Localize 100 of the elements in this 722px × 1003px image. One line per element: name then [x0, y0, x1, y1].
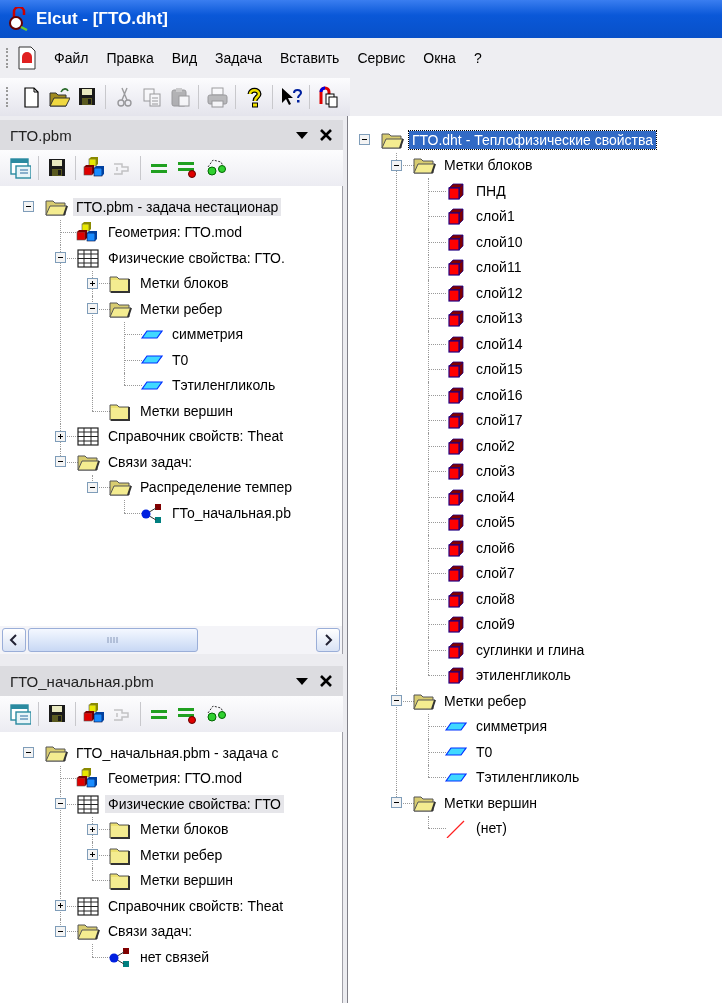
- menu-item[interactable]: Задача: [206, 46, 272, 70]
- tree-item[interactable]: Тэтиленгликоль: [473, 768, 583, 787]
- windows-icon: [317, 86, 339, 108]
- tree-toggle[interactable]: [86, 823, 98, 835]
- tree-item[interactable]: слой4: [473, 487, 518, 506]
- folder-icon: [108, 870, 132, 891]
- menu-item[interactable]: Правка: [97, 46, 163, 70]
- save-icon: [46, 157, 68, 179]
- window-title: Elcut - [ГТО.dht]: [36, 9, 168, 29]
- tree-toggle[interactable]: [390, 695, 402, 707]
- tree-toggle[interactable]: [390, 159, 402, 171]
- tree-toggle[interactable]: [390, 797, 402, 809]
- menu-item[interactable]: Вставить: [271, 46, 349, 70]
- tree-item[interactable]: этиленгликоль: [473, 666, 574, 685]
- tree-item[interactable]: слой11: [473, 258, 525, 277]
- tree-item[interactable]: суглинки и глина: [473, 640, 588, 659]
- menu-item[interactable]: Окна: [414, 46, 465, 70]
- cubes-icon: [76, 768, 100, 789]
- tree-item[interactable]: симметрия: [169, 325, 246, 344]
- tree-item[interactable]: Справочник свойств: Theat: [105, 427, 287, 446]
- menu-item[interactable]: Сервис: [348, 46, 415, 70]
- pane-title: ГТО_начальная.pbm: [10, 672, 155, 690]
- tree-item[interactable]: ГТО_начальная.pbm - задача с: [73, 743, 282, 762]
- tree-item[interactable]: Метки блоков: [137, 820, 232, 839]
- tree-item[interactable]: Связи задач:: [105, 922, 196, 941]
- tree-item[interactable]: T0: [473, 742, 496, 761]
- scrollbar-thumb[interactable]: [28, 628, 198, 652]
- scroll-right-button[interactable]: [316, 628, 340, 652]
- tree-item[interactable]: слой8: [473, 589, 518, 608]
- tree-toggle[interactable]: [54, 925, 66, 937]
- tree-item[interactable]: Метки вершин: [137, 401, 237, 420]
- tree-item[interactable]: Метки вершин: [441, 793, 541, 812]
- tree-item[interactable]: Распределение темпер: [137, 478, 295, 497]
- tree-item[interactable]: Метки ребер: [137, 299, 226, 318]
- table-icon: [76, 895, 100, 916]
- folder-icon: [108, 273, 132, 294]
- tree-item[interactable]: ПНД: [473, 181, 509, 200]
- tree-item[interactable]: T0: [169, 350, 192, 369]
- caret-icon: [296, 677, 308, 685]
- tree-toggle[interactable]: [54, 430, 66, 442]
- tree-toggle[interactable]: [86, 849, 98, 861]
- tree-item[interactable]: Геометрия: ГТО.mod: [105, 223, 246, 242]
- tree-item[interactable]: Физические свойства: ГТО: [105, 794, 284, 813]
- tree-item[interactable]: слой13: [473, 309, 526, 328]
- tree-item[interactable]: слой17: [473, 411, 526, 430]
- tree-toggle[interactable]: [54, 900, 66, 912]
- menu-item[interactable]: Вид: [162, 46, 207, 70]
- tree-item[interactable]: Метки ребер: [137, 845, 226, 864]
- folder-icon: [108, 819, 132, 840]
- tree-item[interactable]: слой3: [473, 462, 518, 481]
- tree-toggle[interactable]: [54, 456, 66, 468]
- tree-toggle[interactable]: [86, 481, 98, 493]
- tree-item[interactable]: слой1: [473, 207, 518, 226]
- linked-nodes-icon: [204, 157, 226, 179]
- window-list-icon: [9, 703, 31, 725]
- tree-toggle[interactable]: [22, 747, 34, 759]
- parallelogram-icon: [445, 772, 467, 782]
- horizontal-scrollbar[interactable]: [0, 626, 343, 654]
- tree-item[interactable]: слой9: [473, 615, 518, 634]
- tree-item[interactable]: Метки ребер: [441, 691, 530, 710]
- tree-item[interactable]: Метки вершин: [137, 871, 237, 890]
- table-icon: [76, 426, 100, 447]
- table-icon: [76, 247, 100, 268]
- tree-item[interactable]: ГТО.pbm - задача нестационар: [73, 197, 282, 216]
- tree-item[interactable]: слой12: [473, 283, 526, 302]
- tree-item[interactable]: Физические свойства: ГТО.: [105, 248, 288, 267]
- menu-item[interactable]: Файл: [45, 46, 98, 70]
- tree-item[interactable]: симметрия: [473, 717, 550, 736]
- tree-item[interactable]: Тэтиленгликоль: [169, 376, 279, 395]
- tree-item[interactable]: нет связей: [137, 947, 213, 966]
- tree-item[interactable]: слой2: [473, 436, 518, 455]
- chevron-left-icon: [9, 634, 19, 646]
- tree-item[interactable]: слой6: [473, 538, 518, 557]
- tree-item[interactable]: Геометрия: ГТО.mod: [105, 769, 246, 788]
- cubes-icon: [76, 222, 100, 243]
- table-icon: [76, 793, 100, 814]
- tree-item[interactable]: Справочник свойств: Theat: [105, 896, 287, 915]
- tree-toggle[interactable]: [54, 252, 66, 264]
- tree-toggle[interactable]: [86, 303, 98, 315]
- tree-item[interactable]: слой16: [473, 385, 526, 404]
- tree-toggle[interactable]: [358, 134, 370, 146]
- tree-item[interactable]: слой7: [473, 564, 518, 583]
- open-folder-icon: [76, 921, 100, 942]
- tree-item[interactable]: Метки блоков: [441, 156, 536, 175]
- tree-toggle[interactable]: [22, 201, 34, 213]
- tree-item[interactable]: слой10: [473, 232, 526, 251]
- tree-toggle[interactable]: [86, 277, 98, 289]
- tree-item[interactable]: ГТО.dht - Теплофизические свойства: [409, 130, 657, 149]
- tree-item[interactable]: слой15: [473, 360, 526, 379]
- tree-item[interactable]: ГТо_начальная.pb: [169, 503, 294, 522]
- parallelogram-icon: [141, 355, 163, 365]
- document-icon: [17, 46, 37, 70]
- menu-item[interactable]: ?: [464, 46, 491, 70]
- tree-item[interactable]: (нет): [473, 819, 510, 838]
- tree-item[interactable]: Связи задач:: [105, 452, 196, 471]
- tree-item[interactable]: слой5: [473, 513, 518, 532]
- tree-toggle[interactable]: [54, 798, 66, 810]
- tree-item[interactable]: Метки блоков: [137, 274, 232, 293]
- tree-item[interactable]: слой14: [473, 334, 526, 353]
- scroll-left-button[interactable]: [2, 628, 26, 652]
